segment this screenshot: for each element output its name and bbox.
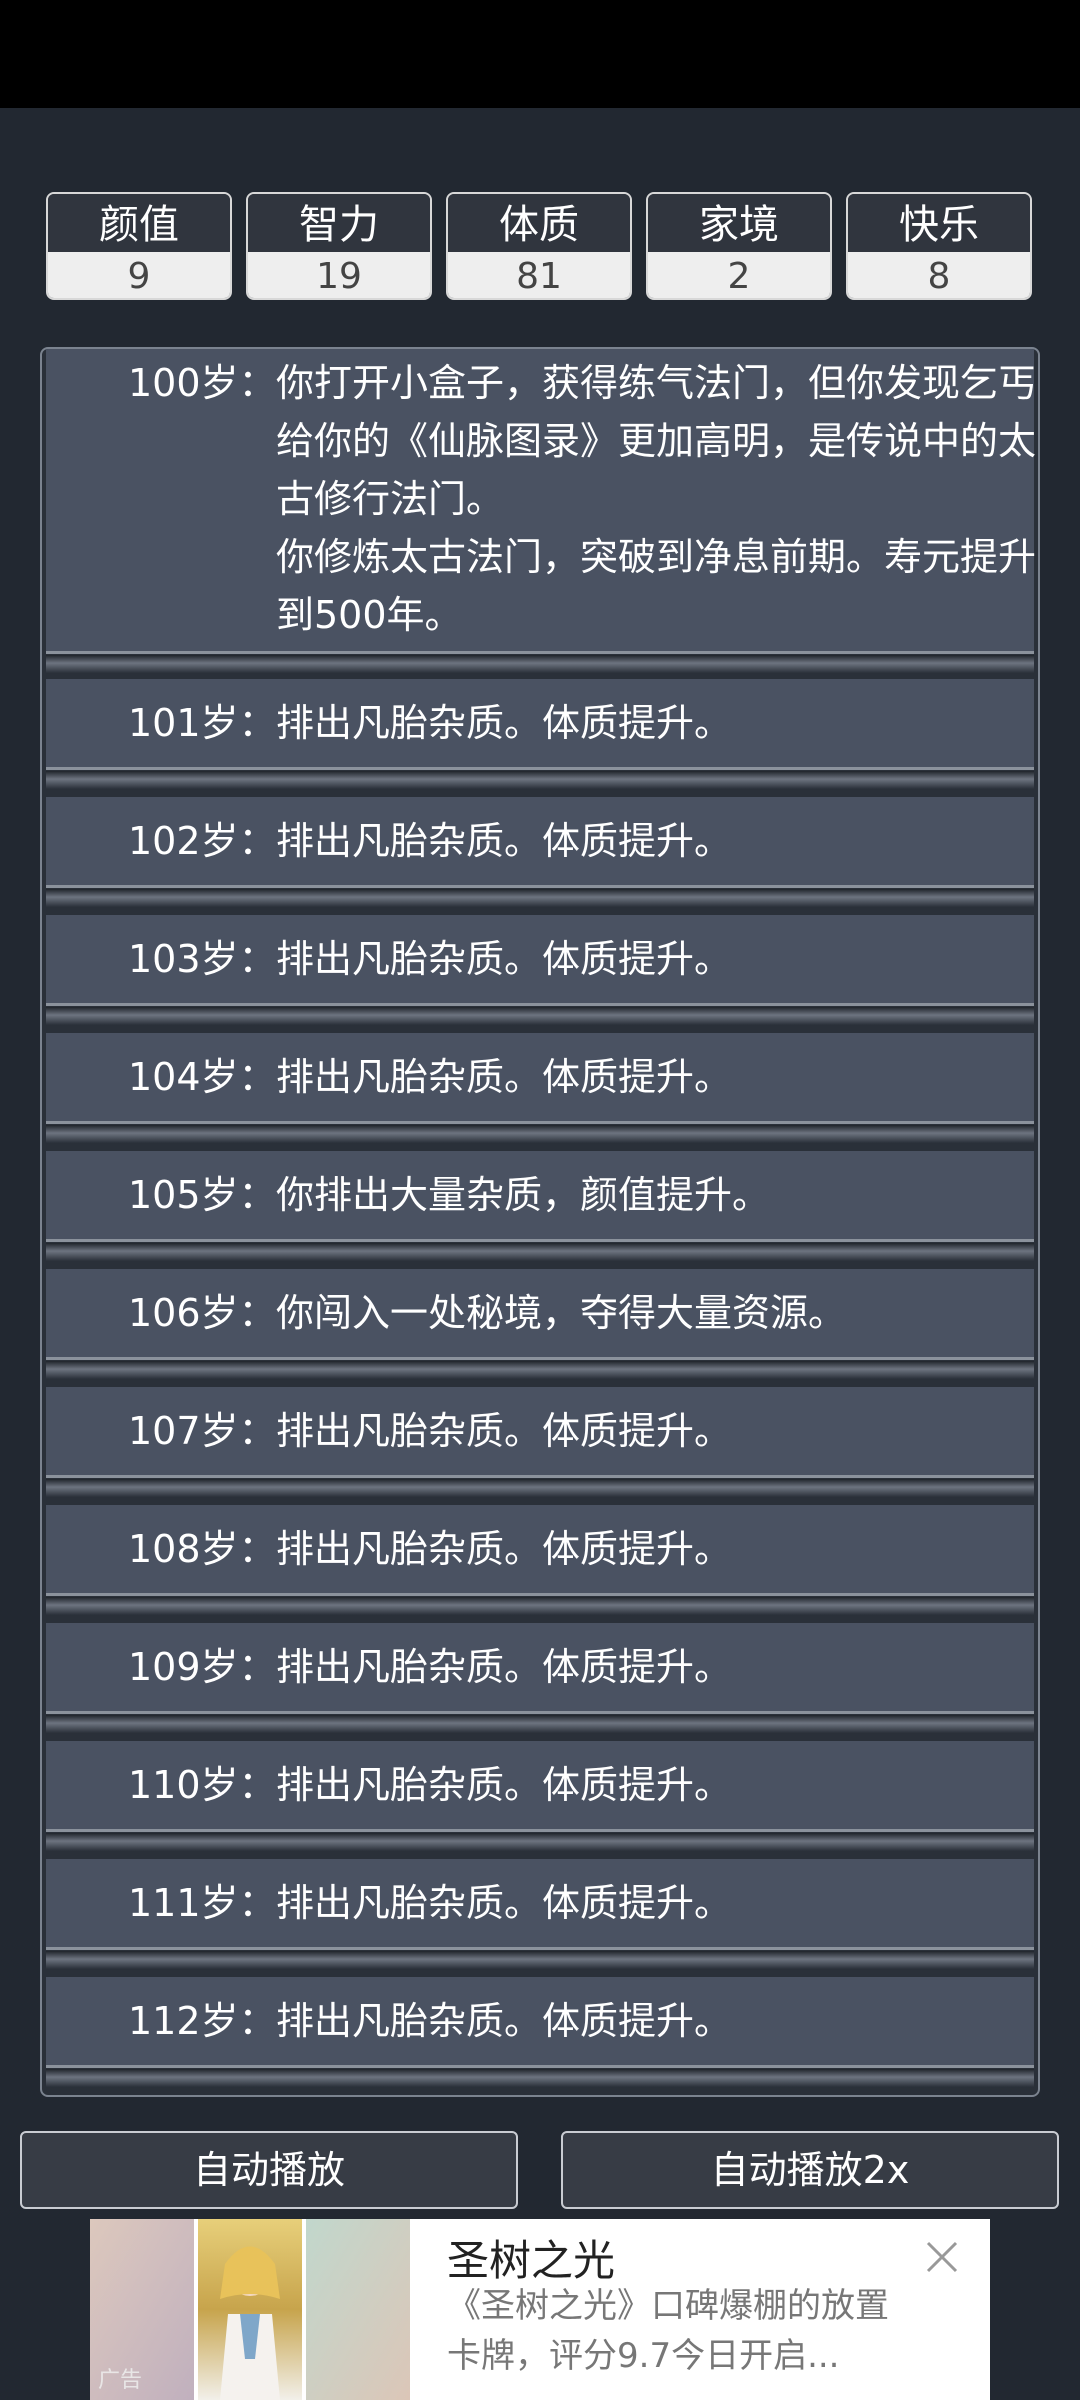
status-bar: [0, 0, 1080, 108]
auto-play-button[interactable]: 自动播放: [20, 2131, 518, 2209]
log-entry-age: 100岁：: [128, 361, 277, 405]
log-entry-text: 排出凡胎杂质。体质提升。: [276, 1999, 733, 2043]
log-entry-age: 109岁：: [128, 1645, 277, 1689]
log-entry: 111岁： 排出凡胎杂质。体质提升。: [46, 1859, 1034, 1969]
ad-description[interactable]: 《圣树之光》口碑爆棚的放置卡牌，评分9.7今日开启...: [447, 2281, 917, 2381]
log-entry-text: 排出凡胎杂质。体质提升。: [276, 937, 733, 981]
ad-title[interactable]: 圣树之光: [447, 2227, 615, 2288]
attribute-panel: 颜值 9 智力 19 体质 81 家境 2 快乐 8: [46, 192, 1034, 302]
stat-label: 智力: [248, 194, 430, 252]
log-entry-age: 108岁：: [128, 1527, 277, 1571]
log-entry-line: 你打开小盒子，获得练气法门，但你发现乞丐给你的《仙脉图录》更加高明，是传说中的太…: [276, 361, 1037, 521]
log-entry-text: 排出凡胎杂质。体质提升。: [276, 1055, 733, 1099]
stat-value: 9: [48, 252, 230, 298]
log-entry-age: 103岁：: [128, 937, 277, 981]
life-event-log[interactable]: 100岁： 你打开小盒子，获得练气法门，但你发现乞丐给你的《仙脉图录》更加高明，…: [40, 347, 1040, 2097]
log-entry: 112岁： 排出凡胎杂质。体质提升。: [46, 1977, 1034, 2087]
log-entry-age: 107岁：: [128, 1409, 277, 1453]
ad-banner[interactable]: 广告 圣树之光 《圣树之光》口碑爆棚的放置卡牌，评分9.7今日开启...: [90, 2219, 990, 2400]
log-entry-age: 110岁：: [128, 1763, 277, 1807]
stat-label: 快乐: [848, 194, 1030, 252]
log-entry-text: 排出凡胎杂质。体质提升。: [276, 1409, 733, 1453]
log-entry-text: 排出凡胎杂质。体质提升。: [276, 1763, 733, 1807]
log-entry-age: 106岁：: [128, 1291, 277, 1335]
stat-label: 家境: [648, 194, 830, 252]
stat-value: 8: [848, 252, 1030, 298]
stat-appearance: 颜值 9: [46, 192, 232, 300]
log-entry: 110岁： 排出凡胎杂质。体质提升。: [46, 1741, 1034, 1851]
log-entry-line: 你修炼太古法门，突破到净息前期。寿元提升到500年。: [276, 535, 1037, 637]
log-entry-age: 104岁：: [128, 1055, 277, 1099]
stat-label: 体质: [448, 194, 630, 252]
log-entry: 108岁： 排出凡胎杂质。体质提升。: [46, 1505, 1034, 1615]
log-entry: 104岁： 排出凡胎杂质。体质提升。: [46, 1033, 1034, 1143]
stat-intelligence: 智力 19: [246, 192, 432, 300]
stat-family: 家境 2: [646, 192, 832, 300]
log-entry: 107岁： 排出凡胎杂质。体质提升。: [46, 1387, 1034, 1497]
log-entry-text: 排出凡胎杂质。体质提升。: [276, 701, 733, 745]
log-entry-age: 111岁：: [128, 1881, 277, 1925]
log-entry-text: 你打开小盒子，获得练气法门，但你发现乞丐给你的《仙脉图录》更加高明，是传说中的太…: [276, 354, 1038, 644]
log-entry-text: 你闯入一处秘境，夺得大量资源。: [276, 1291, 847, 1335]
log-entry-age: 112岁：: [128, 1999, 277, 2043]
stat-constitution: 体质 81: [446, 192, 632, 300]
close-icon[interactable]: [922, 2237, 962, 2277]
log-entry: 102岁： 排出凡胎杂质。体质提升。: [46, 797, 1034, 907]
log-entry: 101岁： 排出凡胎杂质。体质提升。: [46, 679, 1034, 789]
log-entry-text: 你排出大量杂质，颜值提升。: [276, 1173, 771, 1217]
log-entry-age: 101岁：: [128, 701, 277, 745]
stat-value: 19: [248, 252, 430, 298]
stat-label: 颜值: [48, 194, 230, 252]
log-entry-age: 102岁：: [128, 819, 277, 863]
log-entry: 109岁： 排出凡胎杂质。体质提升。: [46, 1623, 1034, 1733]
stat-value: 81: [448, 252, 630, 298]
log-entry: 103岁： 排出凡胎杂质。体质提升。: [46, 915, 1034, 1025]
auto-play-2x-button[interactable]: 自动播放2x: [561, 2131, 1059, 2209]
log-entry: 100岁： 你打开小盒子，获得练气法门，但你发现乞丐给你的《仙脉图录》更加高明，…: [46, 349, 1036, 673]
log-entry: 106岁： 你闯入一处秘境，夺得大量资源。: [46, 1269, 1034, 1379]
log-entry-text: 排出凡胎杂质。体质提升。: [276, 1881, 733, 1925]
ad-image[interactable]: 广告: [90, 2219, 410, 2400]
stat-value: 2: [648, 252, 830, 298]
log-entry-age: 105岁：: [128, 1173, 277, 1217]
log-entry: 105岁： 你排出大量杂质，颜值提升。: [46, 1151, 1034, 1261]
log-entry-text: 排出凡胎杂质。体质提升。: [276, 819, 733, 863]
stat-happiness: 快乐 8: [846, 192, 1032, 300]
log-entry-text: 排出凡胎杂质。体质提升。: [276, 1527, 733, 1571]
ad-tag: 广告: [98, 2368, 143, 2393]
log-entry-text: 排出凡胎杂质。体质提升。: [276, 1645, 733, 1689]
